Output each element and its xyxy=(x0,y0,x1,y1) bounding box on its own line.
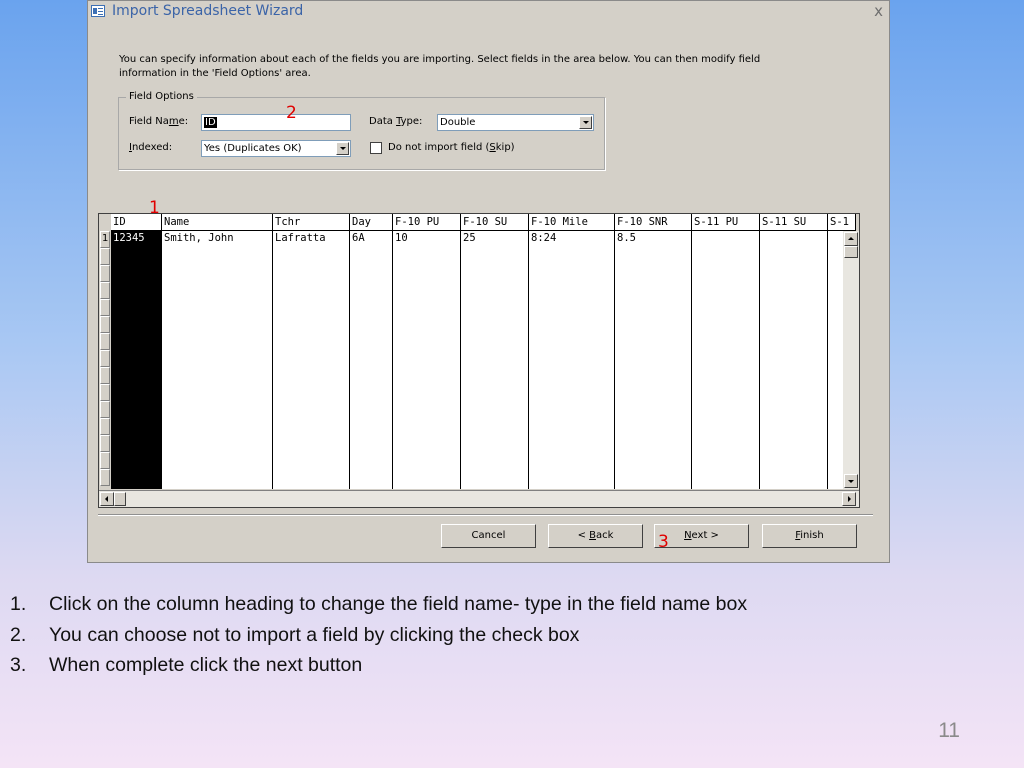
dialog-title: Import Spreadsheet Wizard xyxy=(112,3,304,19)
field-options-legend: Field Options xyxy=(126,91,197,102)
data-type-value: Double xyxy=(440,117,476,128)
cell-f10-pu: 10 xyxy=(395,232,408,244)
column-f10-su[interactable] xyxy=(461,231,529,489)
column-header-s11-pu[interactable]: S-11 PU xyxy=(692,214,760,231)
horizontal-scroll-thumb[interactable] xyxy=(114,492,126,506)
data-type-label: Data Type: xyxy=(369,116,423,127)
row-selector[interactable] xyxy=(100,333,110,350)
column-header-id[interactable]: ID xyxy=(111,214,162,231)
callout-3: 3 xyxy=(658,532,669,552)
indexed-value: Yes (Duplicates OK) xyxy=(204,143,302,154)
column-f10-pu[interactable] xyxy=(393,231,461,489)
intro-text: You can specify information about each o… xyxy=(119,54,761,79)
skip-field-checkbox[interactable] xyxy=(370,142,382,154)
indexed-select[interactable]: Yes (Duplicates OK) xyxy=(201,140,351,157)
row-selector[interactable] xyxy=(100,435,110,452)
row-selector[interactable] xyxy=(100,265,110,282)
chevron-down-icon[interactable] xyxy=(336,142,349,155)
scroll-right-arrow-icon[interactable] xyxy=(842,492,856,506)
button-separator xyxy=(98,514,873,516)
cell-f10-mile: 8:24 xyxy=(531,232,557,244)
back-button[interactable]: < Back xyxy=(548,524,643,548)
title-bar: Import Spreadsheet Wizard x xyxy=(88,1,889,23)
row-selector[interactable] xyxy=(100,282,110,299)
chevron-down-icon[interactable] xyxy=(579,116,592,129)
column-header-tchr[interactable]: Tchr xyxy=(273,214,350,231)
column-f10-snr[interactable] xyxy=(615,231,692,489)
field-name-value: ID xyxy=(204,117,217,128)
column-tchr[interactable] xyxy=(273,231,350,489)
column-header-f10-su[interactable]: F-10 SU xyxy=(461,214,529,231)
cell-tchr: Lafratta xyxy=(275,232,326,244)
row-selector[interactable] xyxy=(100,299,110,316)
scroll-up-arrow-icon[interactable] xyxy=(844,232,858,246)
indexed-label: Indexed: xyxy=(129,142,173,153)
slide-page-number: 11 xyxy=(938,719,960,742)
cell-name: Smith, John xyxy=(164,232,234,244)
cell-f10-snr: 8.5 xyxy=(617,232,636,244)
step-item: 3. When complete click the next button xyxy=(10,654,363,676)
scroll-left-arrow-icon[interactable] xyxy=(100,492,114,506)
row-selector[interactable] xyxy=(100,367,110,384)
column-f10-mile[interactable] xyxy=(529,231,615,489)
row-selector[interactable] xyxy=(100,384,110,401)
row-selector[interactable] xyxy=(100,350,110,367)
column-s11-su[interactable] xyxy=(760,231,828,489)
step-item: 1. Click on the column heading to change … xyxy=(10,593,748,615)
column-header-s1[interactable]: S-1 xyxy=(828,214,856,231)
data-preview-grid: 1 ID Name Tchr Day F-10 PU F-10 SU F-10 … xyxy=(98,213,860,508)
cell-id: 12345 xyxy=(113,232,145,244)
row-selector[interactable] xyxy=(100,401,110,418)
close-button[interactable]: x xyxy=(874,2,883,20)
column-header-day[interactable]: Day xyxy=(350,214,393,231)
horizontal-scrollbar[interactable] xyxy=(99,490,859,507)
cell-day: 6A xyxy=(352,232,365,244)
column-header-name[interactable]: Name xyxy=(162,214,273,231)
column-header-f10-pu[interactable]: F-10 PU xyxy=(393,214,461,231)
data-type-select[interactable]: Double xyxy=(437,114,594,131)
skip-field-label[interactable]: Do not import field (Skip) xyxy=(388,142,515,153)
column-s11-pu[interactable] xyxy=(692,231,760,489)
row-selector[interactable] xyxy=(100,248,110,265)
callout-2: 2 xyxy=(286,103,297,123)
column-header-f10-snr[interactable]: F-10 SNR xyxy=(615,214,692,231)
field-options-group: Field Options Field Name: ID Data Type: … xyxy=(118,91,605,170)
scroll-down-arrow-icon[interactable] xyxy=(844,474,858,488)
column-header-s11-su[interactable]: S-11 SU xyxy=(760,214,828,231)
import-wizard-dialog: Import Spreadsheet Wizard x You can spec… xyxy=(87,0,890,563)
access-table-icon xyxy=(91,5,105,17)
field-name-label: Field Name: xyxy=(129,116,189,127)
column-header-f10-mile[interactable]: F-10 Mile xyxy=(529,214,615,231)
row-selector[interactable] xyxy=(100,316,110,333)
row-number[interactable]: 1 xyxy=(100,231,110,248)
step-item: 2. You can choose not to import a field b… xyxy=(10,623,580,646)
column-id-selected[interactable] xyxy=(111,231,162,489)
row-selector[interactable] xyxy=(100,452,110,469)
row-selector-column: 1 xyxy=(99,231,111,489)
column-name[interactable] xyxy=(162,231,273,489)
instruction-list: 1. Click on the column heading to change … xyxy=(10,589,747,681)
row-selector[interactable] xyxy=(100,418,110,435)
row-selector[interactable] xyxy=(100,469,110,486)
vertical-scroll-thumb[interactable] xyxy=(844,246,858,258)
column-day[interactable] xyxy=(350,231,393,489)
vertical-scrollbar[interactable] xyxy=(843,231,859,489)
cell-f10-su: 25 xyxy=(463,232,476,244)
field-name-input[interactable]: ID xyxy=(201,114,351,131)
cancel-button[interactable]: Cancel xyxy=(441,524,536,548)
finish-button[interactable]: Finish xyxy=(762,524,857,548)
